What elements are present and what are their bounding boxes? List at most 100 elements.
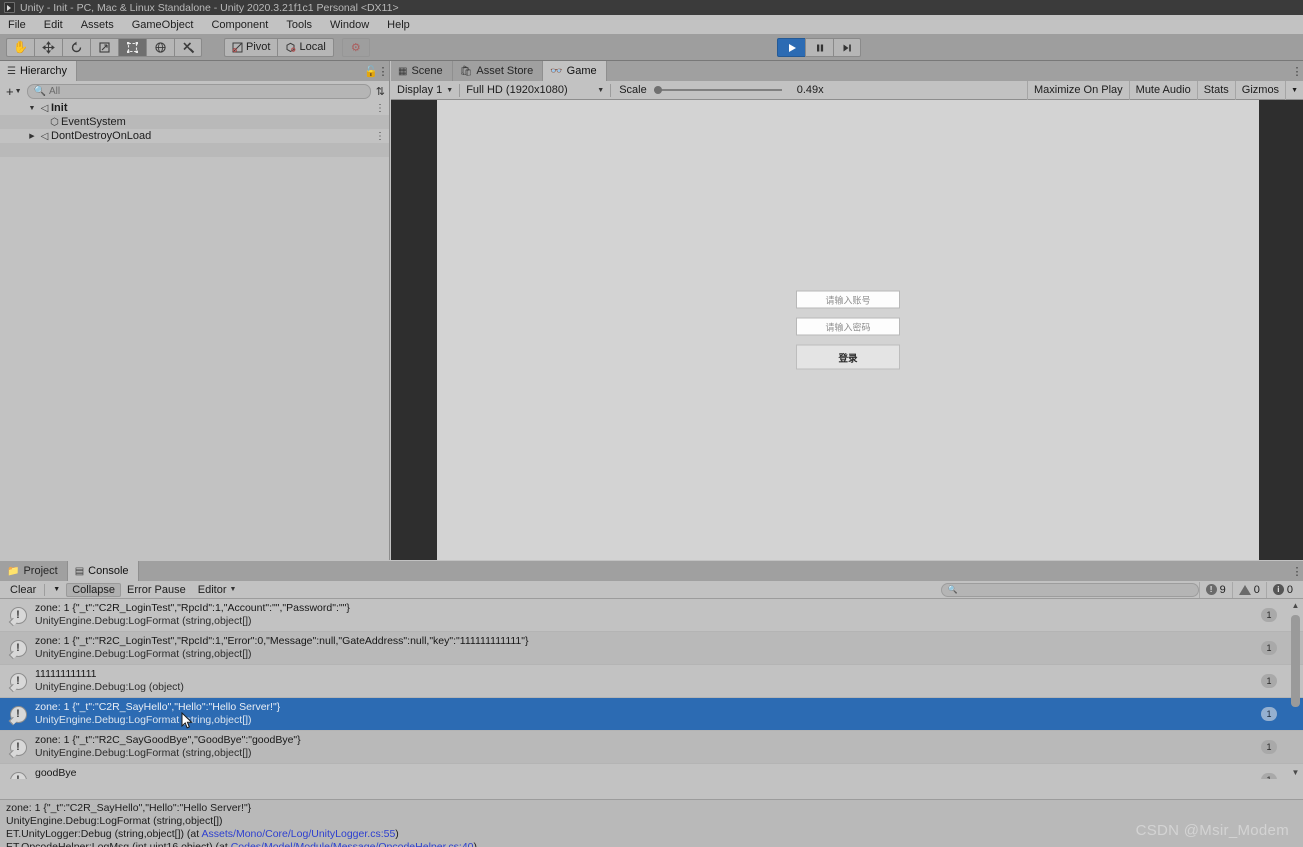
pause-icon (816, 44, 823, 51)
password-input[interactable]: 请输入密码 (796, 317, 900, 336)
scale-slider-track[interactable] (653, 86, 782, 94)
game-view-kebab-menu-icon[interactable]: ⋮ (1291, 61, 1303, 81)
chevron-down-icon: ▼ (446, 86, 454, 94)
error-count[interactable]: ! 9 (1198, 581, 1232, 598)
gizmos-button[interactable]: Gizmos (1234, 80, 1285, 100)
tab-game-label: Game (566, 65, 597, 77)
scale-slider-knob[interactable] (653, 86, 662, 94)
menu-item-file[interactable]: File (8, 17, 35, 33)
hierarchy-row-kebab-menu-icon[interactable]: ⋮ (375, 131, 385, 142)
collab-button[interactable]: ⚙ (341, 37, 370, 57)
detail-line-2: UnityEngine.Debug:LogFormat (string,obje… (6, 815, 223, 827)
maximize-on-play-button[interactable]: Maximize On Play (1027, 80, 1129, 100)
console-log-row[interactable]: ! 111111111111 UnityEngine.Debug:Log (ob… (0, 665, 1303, 698)
log-entry-count: 1 (1261, 641, 1277, 655)
unity-logo-icon (4, 2, 15, 13)
hierarchy-toolbar: + ▼ 🔍 All ⇅ (0, 81, 389, 101)
rotate-icon (71, 41, 82, 52)
tab-project[interactable]: 📁 Project (0, 561, 68, 581)
collapse-arrow-icon[interactable]: ▶ (26, 132, 38, 140)
warning-count[interactable]: 0 (1231, 581, 1266, 598)
scrollbar-thumb[interactable] (1291, 615, 1300, 707)
clear-button[interactable]: Clear (4, 583, 42, 597)
hierarchy-search-input[interactable]: 🔍 All (26, 83, 371, 99)
scale-tool-button[interactable] (90, 37, 118, 57)
password-placeholder: 请输入密码 (825, 322, 871, 332)
menu-item-window[interactable]: Window (330, 17, 378, 33)
log-entry-source: UnityEngine.Debug:LogFormat (string,obje… (35, 615, 252, 627)
move-tool-button[interactable] (34, 37, 62, 57)
hierarchy-item-init[interactable]: ▼ ◁ Init ⋮ (0, 101, 389, 115)
transform-tool-button[interactable] (146, 37, 174, 57)
tab-asset-store-label: Asset Store (476, 65, 534, 77)
hierarchy-item-eventsystem[interactable]: ⬡ EventSystem (0, 115, 389, 129)
hierarchy-tab-row: ☰ Hierarchy 🔓 ⋮ (0, 61, 389, 81)
game-view-tab-row: ▦ Scene 🛍 Asset Store 👓 Game ⋮ (391, 61, 1303, 81)
error-count-value: 9 (1219, 583, 1226, 596)
scroll-down-arrow-icon[interactable]: ▼ (1290, 768, 1301, 777)
rotate-tool-button[interactable] (62, 37, 90, 57)
gizmos-dropdown-icon[interactable]: ▼ (1285, 80, 1303, 100)
error-pause-button[interactable]: Error Pause (121, 583, 192, 597)
move-icon (42, 40, 55, 54)
menu-item-edit[interactable]: Edit (44, 17, 72, 33)
hierarchy-row-kebab-menu-icon[interactable]: ⋮ (375, 103, 385, 114)
stats-button[interactable]: Stats (1196, 80, 1235, 100)
menu-item-component[interactable]: Component (211, 17, 277, 33)
resolution-dropdown[interactable]: Full HD (1920x1080) ▼ (460, 84, 610, 96)
display-dropdown[interactable]: Display 1 ▼ (395, 84, 459, 96)
menu-item-assets[interactable]: Assets (81, 17, 123, 33)
add-gameobject-button[interactable]: + ▼ (4, 84, 22, 99)
console-log-list[interactable]: ! zone: 1 {"_t":"C2R_LoginTest","RpcId":… (0, 599, 1303, 779)
custom-editor-tool-button[interactable] (174, 37, 202, 57)
tab-scene[interactable]: ▦ Scene (391, 61, 453, 81)
hand-tool-button[interactable]: ✋ (6, 37, 34, 57)
detail-line-4-link[interactable]: Codes/Model/Module/Message/OpcodeHelper.… (231, 841, 474, 847)
console-log-row-selected[interactable]: ! zone: 1 {"_t":"C2R_SayHello","Hello":"… (0, 698, 1303, 731)
main-toolbar: ✋ Pivot Local ⚙ (0, 34, 1303, 61)
play-button[interactable] (777, 38, 805, 57)
expand-arrow-icon[interactable]: ▼ (26, 105, 38, 112)
transform-tools-group: ✋ (6, 37, 202, 57)
console-log-row[interactable]: ! zone: 1 {"_t":"R2C_SayGoodBye","GoodBy… (0, 731, 1303, 764)
console-log-row[interactable]: ! zone: 1 {"_t":"R2C_LoginTest","RpcId":… (0, 632, 1303, 665)
game-render-area[interactable]: 请输入账号 请输入密码 登录 (437, 100, 1259, 560)
menu-item-gameobject[interactable]: GameObject (132, 17, 203, 33)
scale-icon (99, 41, 110, 53)
local-toggle-button[interactable]: Local (277, 37, 334, 57)
hierarchy-lock-icon[interactable]: 🔓 (364, 61, 378, 81)
login-button[interactable]: 登录 (796, 344, 900, 370)
tab-game[interactable]: 👓 Game (543, 61, 607, 81)
step-button[interactable] (833, 38, 861, 57)
info-count[interactable]: i 0 (1265, 581, 1299, 598)
console-scrollbar[interactable]: ▲ ▼ (1290, 601, 1301, 777)
detail-line-3: ET.UnityLogger:Debug (string,object[]) (… (6, 828, 1297, 841)
tab-asset-store[interactable]: 🛍 Asset Store (452, 61, 544, 81)
editor-dropdown-button[interactable]: Editor ▼ (192, 583, 243, 597)
console-search-input[interactable]: 🔍 (940, 582, 1199, 597)
console-kebab-menu-icon[interactable]: ⋮ (1291, 561, 1303, 581)
rect-tool-button[interactable] (118, 37, 146, 57)
tab-hierarchy[interactable]: ☰ Hierarchy (0, 61, 78, 81)
scroll-up-arrow-icon[interactable]: ▲ (1290, 601, 1301, 610)
tab-console[interactable]: ▤ Console (67, 561, 139, 581)
account-input[interactable]: 请输入账号 (796, 290, 900, 309)
detail-line-3-link[interactable]: Assets/Mono/Core/Log/UnityLogger.cs:55 (202, 828, 396, 840)
console-detail-pane[interactable]: zone: 1 {"_t":"C2R_SayHello","Hello":"He… (0, 799, 1303, 847)
log-entry-icon: ! (8, 770, 28, 779)
console-log-row[interactable]: ! zone: 1 {"_t":"C2R_LoginTest","RpcId":… (0, 599, 1303, 632)
chevron-down-icon: ▼ (14, 87, 22, 95)
pause-button[interactable] (805, 38, 833, 57)
menu-item-help[interactable]: Help (387, 17, 419, 33)
hierarchy-item-dontdestroyonload[interactable]: ▶ ◁ DontDestroyOnLoad ⋮ (0, 129, 389, 143)
hierarchy-sort-icon[interactable]: ⇅ (376, 85, 385, 98)
pivot-toggle-button[interactable]: Pivot (224, 37, 278, 57)
menu-item-tools[interactable]: Tools (286, 17, 321, 33)
collapse-button[interactable]: Collapse (66, 582, 122, 597)
hierarchy-kebab-menu-icon[interactable]: ⋮ (377, 61, 389, 81)
scale-slider[interactable]: Scale 0.49x (611, 84, 829, 96)
console-log-row[interactable]: ! goodBye UnityEngine.Debug:Log (object)… (0, 764, 1303, 779)
play-icon (788, 43, 796, 52)
mute-audio-button[interactable]: Mute Audio (1128, 80, 1197, 100)
clear-dropdown-icon[interactable]: ▼ (47, 585, 66, 594)
